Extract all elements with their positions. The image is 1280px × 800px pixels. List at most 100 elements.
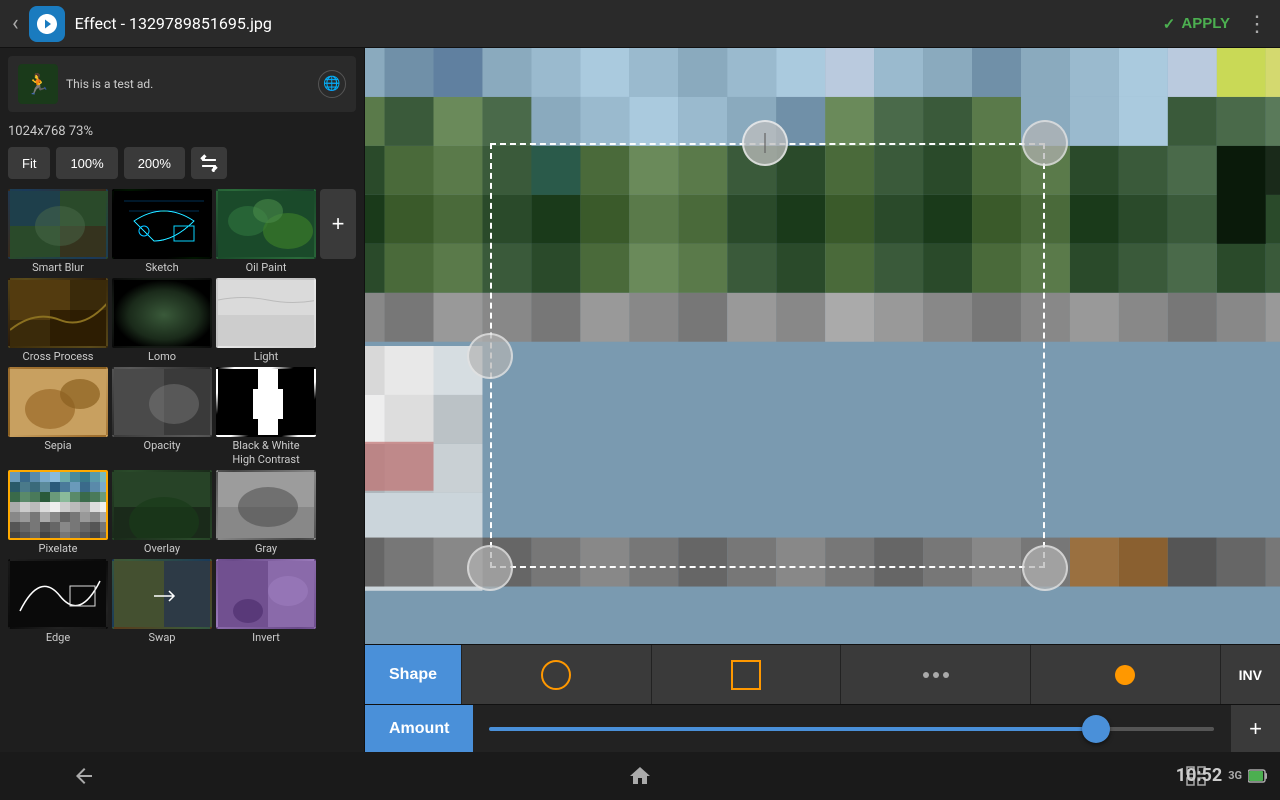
- effect-thumb-opacity: [112, 367, 212, 437]
- handle-right-top[interactable]: [1022, 120, 1068, 166]
- effects-row-2: Cross Process: [8, 278, 356, 363]
- canvas-area[interactable]: [365, 48, 1280, 644]
- effect-thumb-gray: [216, 470, 316, 540]
- app-icon: [29, 6, 65, 42]
- effect-thumb-sketch: [112, 189, 212, 259]
- effects-row-3: Sepia Opacity: [8, 367, 356, 465]
- signal-icon: 3G: [1228, 769, 1242, 782]
- back-arrow-icon[interactable]: ‹: [12, 11, 19, 36]
- shape-square-option[interactable]: [651, 645, 841, 704]
- zoom-200-button[interactable]: 200%: [124, 147, 185, 179]
- back-icon: [72, 764, 96, 788]
- zoom-controls: Fit 100% 200%: [0, 143, 364, 185]
- effect-overlay[interactable]: Overlay: [112, 470, 212, 555]
- effect-label-swap: Swap: [149, 631, 176, 644]
- effect-gray[interactable]: Gray: [216, 470, 316, 555]
- effect-label-gray: Gray: [255, 542, 277, 555]
- effects-row-5: Edge Swap: [8, 559, 356, 644]
- effect-thumb-sepia: [8, 367, 108, 437]
- shape-dots-option[interactable]: [840, 645, 1030, 704]
- effect-oil-paint[interactable]: Oil Paint: [216, 189, 316, 274]
- effect-invert[interactable]: Invert: [216, 559, 316, 644]
- effect-label-sketch: Sketch: [145, 261, 178, 274]
- image-info: 1024x768 73%: [0, 120, 364, 143]
- image-dimensions: 1024x768: [8, 124, 66, 139]
- handle-left-center[interactable]: [467, 333, 513, 379]
- bottom-nav: 10:52 3G: [0, 752, 1280, 800]
- amount-slider-container: [473, 727, 1230, 731]
- effect-thumb-bw: [216, 367, 316, 437]
- effect-sketch[interactable]: Sketch: [112, 189, 212, 274]
- zoom-percent: 73%: [69, 124, 93, 139]
- amount-row: Amount +: [365, 704, 1280, 752]
- square-shape-icon: [728, 657, 764, 693]
- effect-thumb-smart-blur: [8, 189, 108, 259]
- effects-row-4: Pixelate Overlay: [8, 470, 356, 555]
- shape-label-button[interactable]: Shape: [365, 645, 461, 704]
- effect-lomo[interactable]: Lomo: [112, 278, 212, 363]
- effect-label-sepia: Sepia: [44, 439, 71, 452]
- effect-label-smart-blur: Smart Blur: [32, 261, 84, 274]
- effect-smart-blur[interactable]: Smart Blur: [8, 189, 108, 274]
- effect-label-oil-paint: Oil Paint: [246, 261, 287, 274]
- effect-bw-high-contrast[interactable]: Black & WhiteHigh Contrast: [216, 367, 316, 465]
- effect-swap[interactable]: Swap: [112, 559, 212, 644]
- home-icon: [628, 764, 652, 788]
- effect-label-edge: Edge: [46, 631, 70, 644]
- effect-thumb-invert: [216, 559, 316, 629]
- dots-shape-icon: [918, 657, 954, 693]
- window-title: Effect - 1329789851695.jpg: [75, 14, 1163, 33]
- left-panel: 🏃 This is a test ad. 🌐 1024x768 73% Fit …: [0, 48, 365, 752]
- globe-icon[interactable]: 🌐: [318, 70, 346, 98]
- effect-sepia[interactable]: Sepia: [8, 367, 108, 452]
- add-effect-button[interactable]: +: [320, 189, 356, 259]
- handle-top-center[interactable]: [742, 120, 788, 166]
- effect-label-cross-process: Cross Process: [23, 350, 94, 363]
- shape-dot-option[interactable]: [1030, 645, 1220, 704]
- ad-banner[interactable]: 🏃 This is a test ad. 🌐: [8, 56, 356, 112]
- effect-label-invert: Invert: [252, 631, 280, 644]
- effect-thumb-pixelate: [8, 470, 108, 540]
- effect-pixelate[interactable]: Pixelate: [8, 470, 108, 555]
- effect-thumb-lomo: [112, 278, 212, 348]
- amount-label-button[interactable]: Amount: [365, 705, 473, 752]
- right-panel: Shape: [365, 48, 1280, 752]
- effect-edge[interactable]: Edge: [8, 559, 108, 644]
- effect-label-overlay: Overlay: [144, 542, 180, 555]
- effect-cross-process[interactable]: Cross Process: [8, 278, 108, 363]
- effect-thumb-cross-process: [8, 278, 108, 348]
- apply-button[interactable]: ✓ APPLY: [1163, 15, 1230, 33]
- topbar: ‹ Effect - 1329789851695.jpg ✓ APPLY ⋮: [0, 0, 1280, 48]
- effect-label-lomo: Lomo: [148, 350, 176, 363]
- ad-text: This is a test ad.: [66, 77, 310, 91]
- fit-button[interactable]: Fit: [8, 147, 50, 179]
- amount-slider[interactable]: [489, 727, 1214, 731]
- main-content: 🏃 This is a test ad. 🌐 1024x768 73% Fit …: [0, 48, 1280, 752]
- effect-thumb-edge: [8, 559, 108, 629]
- effect-label-pixelate: Pixelate: [39, 542, 78, 555]
- handle-bottom-left[interactable]: [467, 545, 513, 591]
- back-button[interactable]: [60, 752, 108, 800]
- dot-shape-icon: [1107, 657, 1143, 693]
- effect-label-bw-high-contrast: Black & WhiteHigh Contrast: [232, 439, 299, 465]
- effect-thumb-overlay: [112, 470, 212, 540]
- home-button[interactable]: [616, 752, 664, 800]
- selection-box: [490, 143, 1045, 568]
- zoom-100-button[interactable]: 100%: [56, 147, 117, 179]
- shape-circle-option[interactable]: [461, 645, 651, 704]
- inv-button[interactable]: INV: [1220, 645, 1280, 704]
- checkmark-icon: ✓: [1163, 15, 1176, 33]
- handle-bottom-right[interactable]: [1022, 545, 1068, 591]
- time-display: 10:52: [1176, 765, 1222, 786]
- ad-icon: 🏃: [18, 64, 58, 104]
- swap-axes-button[interactable]: [191, 147, 227, 179]
- shape-toolbar: Shape: [365, 644, 1280, 704]
- more-options-button[interactable]: ⋮: [1246, 11, 1268, 37]
- effect-thumb-oilpaint: [216, 189, 316, 259]
- effect-light[interactable]: Light: [216, 278, 316, 363]
- effect-opacity[interactable]: Opacity: [112, 367, 212, 452]
- battery-icon: [1248, 768, 1268, 784]
- amount-plus-button[interactable]: +: [1230, 705, 1280, 752]
- effects-grid: Smart Blur Sketch: [0, 185, 364, 752]
- status-bar: 10:52 3G: [1176, 765, 1268, 786]
